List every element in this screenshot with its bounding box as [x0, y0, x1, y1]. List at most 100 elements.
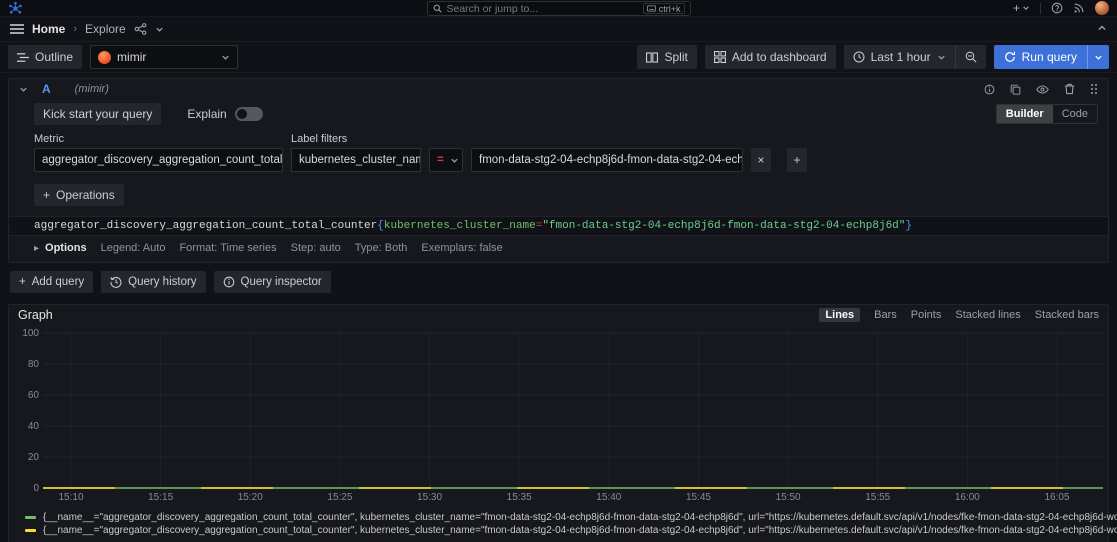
svg-text:80: 80: [28, 359, 40, 370]
add-operations-button[interactable]: + Operations: [34, 184, 124, 206]
svg-text:60: 60: [28, 390, 40, 401]
breadcrumb: Home › Explore: [32, 22, 126, 36]
time-range-button[interactable]: Last 1 hour: [844, 45, 955, 69]
sync-icon: [1004, 51, 1016, 63]
tab-builder[interactable]: Builder: [997, 105, 1053, 123]
breadcrumb-explore[interactable]: Explore: [85, 22, 126, 36]
plus-icon: +: [1013, 1, 1020, 15]
global-search[interactable]: ctrl+k: [427, 1, 691, 16]
chevron-down-icon[interactable]: [155, 25, 164, 34]
query-options-row: ▸ Options Legend: Auto Format: Time seri…: [34, 236, 1098, 256]
grafana-logo-icon[interactable]: [8, 1, 23, 16]
divider: [1040, 3, 1041, 14]
metric-select[interactable]: aggregator_discovery_aggregation_count_t…: [34, 148, 283, 172]
help-icon[interactable]: [1051, 2, 1063, 14]
time-picker-group: Last 1 hour: [844, 45, 986, 69]
tab-bars[interactable]: Bars: [874, 309, 897, 321]
plus-icon: +: [43, 188, 50, 202]
news-icon[interactable]: [1073, 2, 1085, 14]
chevron-down-icon: [450, 156, 459, 165]
code-label-name: kubernetes_cluster_name: [384, 220, 536, 232]
search-input[interactable]: [447, 3, 638, 15]
chevron-right-icon: ›: [73, 23, 77, 35]
apps-grid-icon: [714, 51, 726, 63]
add-query-button[interactable]: + Add query: [10, 271, 93, 293]
mimir-logo-icon: [98, 51, 111, 64]
chevron-down-icon: [19, 85, 28, 94]
legend-item[interactable]: {__name__="aggregator_discovery_aggregat…: [25, 511, 1108, 524]
graph-panel: Graph Lines Bars Points Stacked lines St…: [8, 304, 1109, 542]
tab-stacked-lines[interactable]: Stacked lines: [955, 309, 1020, 321]
query-actions-row: + Add query Query history Query inspecto…: [10, 271, 1109, 293]
svg-text:0: 0: [33, 483, 39, 494]
svg-text:16:05: 16:05: [1044, 492, 1069, 503]
clock-icon: [853, 51, 865, 63]
time-series-chart[interactable]: 02040608010015:1015:1515:2015:2515:3015:…: [9, 325, 1108, 509]
svg-text:15:20: 15:20: [238, 492, 263, 503]
code-metric: aggregator_discovery_aggregation_count_t…: [34, 220, 377, 232]
datasource-name: mimir: [117, 50, 215, 64]
filter-label-select[interactable]: kubernetes_cluster_name: [291, 148, 421, 172]
chevron-right-icon: ▸: [34, 243, 39, 254]
kickstart-query-button[interactable]: Kick start your query: [34, 103, 161, 125]
tab-stacked-bars[interactable]: Stacked bars: [1035, 309, 1099, 321]
breadcrumb-home[interactable]: Home: [32, 22, 65, 36]
trash-icon[interactable]: [1064, 83, 1075, 95]
user-avatar[interactable]: [1095, 1, 1109, 15]
split-button[interactable]: Split: [637, 45, 696, 69]
svg-text:20: 20: [28, 452, 40, 463]
run-query-button[interactable]: Run query: [994, 45, 1087, 69]
svg-text:15:10: 15:10: [58, 492, 83, 503]
filter-operator-select[interactable]: =: [429, 148, 463, 172]
tab-points[interactable]: Points: [911, 309, 942, 321]
option-legend: Legend: Auto: [101, 242, 166, 254]
query-inspector-button[interactable]: Query inspector: [214, 271, 331, 293]
svg-text:15:50: 15:50: [776, 492, 801, 503]
svg-text:15:30: 15:30: [417, 492, 442, 503]
tab-code[interactable]: Code: [1053, 105, 1097, 123]
outline-button[interactable]: Outline: [8, 45, 82, 69]
info-circle-icon[interactable]: [984, 84, 995, 95]
close-icon: ×: [757, 153, 764, 167]
graph-panel-title: Graph: [18, 308, 53, 322]
info-circle-icon: [223, 276, 235, 288]
drag-handle-icon[interactable]: [1090, 83, 1098, 95]
shortcut-badge: ctrl+k: [643, 3, 685, 14]
explain-toggle[interactable]: [235, 107, 263, 121]
datasource-picker[interactable]: mimir: [90, 45, 238, 69]
query-datasource-hint: (mimir): [75, 83, 109, 95]
new-menu-button[interactable]: +: [1013, 1, 1030, 15]
legend-swatch: [25, 516, 36, 519]
editor-mode-toggle: Builder Code: [996, 104, 1098, 124]
menu-icon[interactable]: [10, 23, 24, 35]
label-filters-label: Label filters: [291, 133, 347, 145]
history-icon: [110, 276, 122, 288]
svg-text:15:40: 15:40: [596, 492, 621, 503]
collapse-chevron-up-icon[interactable]: [1097, 23, 1107, 33]
add-filter-button[interactable]: +: [787, 148, 807, 172]
code-label-value: "fmon-data-stg2-04-echp8j6d-fmon-data-st…: [542, 220, 905, 232]
explain-label: Explain: [187, 107, 226, 121]
eye-icon[interactable]: [1036, 84, 1049, 95]
query-history-button[interactable]: Query history: [101, 271, 205, 293]
remove-filter-button[interactable]: ×: [751, 148, 771, 172]
tab-lines[interactable]: Lines: [819, 308, 860, 322]
query-row-header[interactable]: A (mimir): [9, 79, 1108, 99]
add-to-dashboard-button[interactable]: Add to dashboard: [705, 45, 836, 69]
split-icon: [646, 52, 658, 63]
share-icon[interactable]: [134, 23, 147, 35]
explore-toolbar: Outline mimir Split Add to dashboard: [0, 42, 1117, 73]
option-format: Format: Time series: [179, 242, 276, 254]
copy-icon[interactable]: [1010, 84, 1021, 95]
query-ref-id: A: [42, 82, 51, 96]
outline-icon: [17, 52, 29, 63]
options-toggle[interactable]: Options: [45, 242, 87, 254]
run-query-dropdown[interactable]: [1087, 45, 1109, 69]
svg-text:15:25: 15:25: [327, 492, 352, 503]
zoom-out-button[interactable]: [955, 45, 986, 69]
legend-item[interactable]: {__name__="aggregator_discovery_aggregat…: [25, 524, 1108, 537]
plus-icon: +: [793, 153, 800, 167]
filter-value-select[interactable]: fmon-data-stg2-04-echp8j6d-fmon-data-stg…: [471, 148, 743, 172]
chevron-down-icon: [937, 53, 946, 62]
option-step: Step: auto: [291, 242, 341, 254]
